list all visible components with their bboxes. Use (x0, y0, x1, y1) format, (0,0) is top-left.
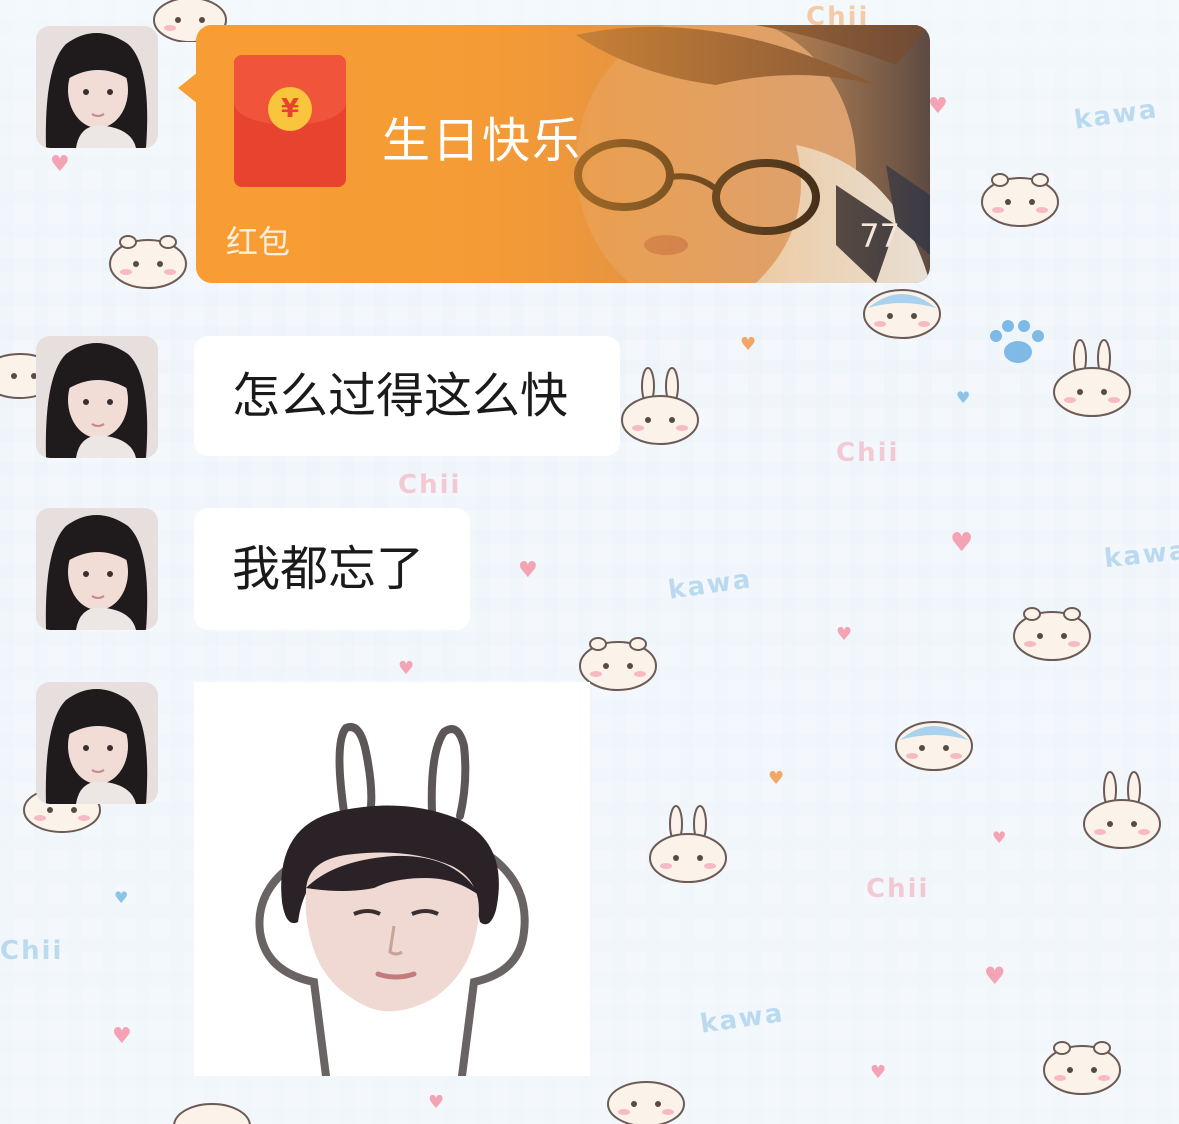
heart-icon: ♥ (50, 152, 70, 177)
rabbit-face-icon (1083, 771, 1161, 849)
wallpaper-word: Chii (398, 470, 462, 500)
heart-icon: ♥ (870, 1062, 887, 1083)
message-text: 怎么过得这么快 (232, 368, 569, 424)
avatar[interactable] (36, 508, 158, 630)
wallpaper-word: Chii (0, 936, 64, 966)
cat-face-icon (895, 721, 973, 771)
heart-icon: ♥ (984, 962, 1006, 990)
wallpaper-word: Chii (836, 438, 900, 468)
avatar[interactable] (36, 682, 158, 804)
cat-face-icon (863, 289, 941, 339)
message-bubble[interactable]: 怎么过得这么快 (194, 336, 620, 456)
heart-icon: ♥ (428, 1092, 445, 1113)
message-bubble[interactable]: 我都忘了 (194, 508, 470, 630)
heart-icon: ♥ (114, 888, 129, 907)
bunny-face-icon (109, 235, 187, 289)
heart-icon: ♥ (950, 528, 974, 558)
rabbit-face-icon (649, 805, 727, 883)
heart-icon: ♥ (518, 558, 538, 583)
red-envelope-icon: ¥ (234, 55, 346, 187)
sticker-image[interactable] (194, 682, 590, 1076)
bunny-face-icon (981, 173, 1059, 227)
bubble-arrow (178, 72, 198, 104)
heart-icon: ♥ (740, 334, 757, 355)
red-packet-count: 77 (859, 217, 900, 255)
heart-icon: ♥ (992, 828, 1007, 847)
rabbit-sticker-image (194, 682, 590, 1076)
avatar[interactable] (36, 336, 158, 458)
avatar-photo (36, 508, 158, 630)
bunny-face-icon (607, 1081, 685, 1124)
paw-icon (990, 320, 1044, 363)
avatar[interactable] (36, 26, 158, 148)
rabbit-face-icon (621, 367, 699, 445)
red-packet-card[interactable]: ¥ 生日快乐 红包 77 (196, 25, 930, 283)
yen-coin-icon: ¥ (268, 87, 312, 131)
bunny-face-icon (173, 1103, 251, 1124)
heart-icon: ♥ (112, 1024, 132, 1049)
red-packet-title: 生日快乐 (382, 113, 583, 169)
message-text: 我都忘了 (232, 541, 425, 597)
heart-icon: ♥ (928, 94, 948, 119)
avatar-photo (36, 26, 158, 148)
heart-icon: ♥ (398, 658, 415, 679)
bunny-face-icon (1013, 607, 1091, 661)
heart-icon: ♥ (956, 388, 971, 407)
red-packet-label: 红包 (226, 223, 291, 261)
rabbit-face-icon (1053, 339, 1131, 417)
wallpaper-word: Chii (866, 874, 930, 904)
avatar-photo (36, 336, 158, 458)
heart-icon: ♥ (836, 624, 853, 645)
avatar-photo (36, 682, 158, 804)
heart-icon: ♥ (768, 768, 785, 789)
bunny-face-icon (1043, 1041, 1121, 1095)
